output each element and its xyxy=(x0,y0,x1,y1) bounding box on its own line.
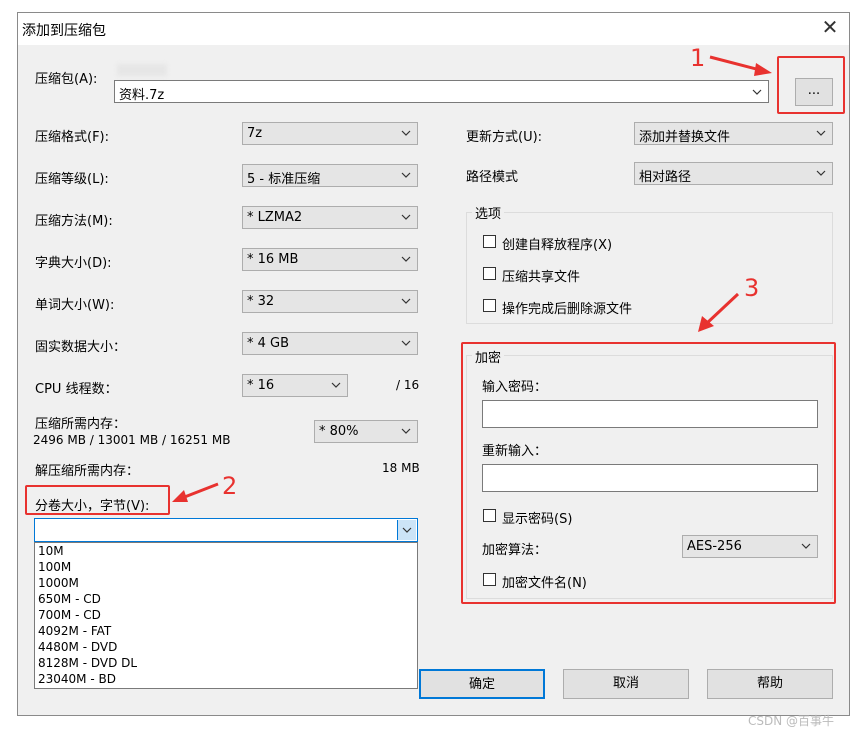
list-item[interactable]: 10M xyxy=(38,544,64,558)
annotation-arrow-icon xyxy=(709,55,772,76)
annotation-box-3 xyxy=(461,342,836,604)
memory-select[interactable]: * 80% xyxy=(314,420,418,443)
chevron-down-icon xyxy=(401,340,411,346)
method-select[interactable]: * LZMA2 xyxy=(242,206,418,229)
shared-files-label: 压缩共享文件 xyxy=(502,270,581,285)
chevron-down-icon xyxy=(816,170,826,176)
split-dropdown-button[interactable] xyxy=(397,520,416,540)
archive-path-value: 资料.7z xyxy=(119,88,165,103)
method-value: * LZMA2 xyxy=(247,210,303,225)
list-item[interactable]: 700M - CD xyxy=(38,608,101,622)
list-item[interactable]: 8128M - DVD DL xyxy=(38,656,137,670)
chevron-down-icon xyxy=(401,298,411,304)
format-select[interactable]: 7z xyxy=(242,122,418,145)
sfx-label: 创建自释放程序(X) xyxy=(502,238,613,253)
help-button[interactable]: 帮助 xyxy=(707,669,833,699)
cpu-max: / 16 xyxy=(396,378,420,392)
decompress-memory-label: 解压缩所需内存： xyxy=(35,464,140,479)
chevron-down-icon xyxy=(402,527,412,533)
archive-label: 压缩包(A): xyxy=(35,72,98,87)
decompress-memory-value: 18 MB xyxy=(382,461,420,475)
level-label: 压缩等级(L): xyxy=(35,172,109,187)
list-item[interactable]: 650M - CD xyxy=(38,592,101,606)
word-value: * 32 xyxy=(247,294,275,309)
annotation-number-3: 3 xyxy=(744,274,760,302)
cancel-button[interactable]: 取消 xyxy=(563,669,689,699)
memory-value: * 80% xyxy=(319,424,359,439)
word-label: 单词大小(W): xyxy=(35,298,115,313)
word-select[interactable]: * 32 xyxy=(242,290,418,313)
update-select[interactable]: 添加并替换文件 xyxy=(634,122,833,145)
chevron-down-icon xyxy=(401,256,411,262)
split-size-combo[interactable] xyxy=(34,518,418,542)
path-label: 路径模式 xyxy=(466,170,519,185)
chevron-down-icon xyxy=(401,214,411,220)
cpu-label: CPU 线程数： xyxy=(35,382,118,397)
level-value: 5 - 标准压缩 xyxy=(247,172,321,187)
solid-value: * 4 GB xyxy=(247,336,290,351)
path-select[interactable]: 相对路径 xyxy=(634,162,833,185)
title-bar xyxy=(18,13,849,45)
method-label: 压缩方法(M): xyxy=(35,214,113,229)
update-value: 添加并替换文件 xyxy=(639,130,731,145)
annotation-box-1 xyxy=(777,56,845,114)
memory-detail: 2496 MB / 13001 MB / 16251 MB xyxy=(33,433,231,447)
solid-label: 固实数据大小： xyxy=(35,340,127,355)
chevron-down-icon xyxy=(752,89,762,95)
cpu-select[interactable]: * 16 xyxy=(242,374,348,397)
options-group-title: 选项 xyxy=(472,203,505,222)
annotation-arrow-icon xyxy=(172,482,219,502)
ok-button[interactable]: 确定 xyxy=(419,669,545,699)
format-label: 压缩格式(F): xyxy=(35,130,110,145)
chevron-down-icon xyxy=(331,382,341,388)
dict-label: 字典大小(D): xyxy=(35,256,112,271)
sfx-checkbox[interactable] xyxy=(483,235,496,248)
chevron-down-icon xyxy=(816,130,826,136)
dict-select[interactable]: * 16 MB xyxy=(242,248,418,271)
shared-files-checkbox[interactable] xyxy=(483,267,496,280)
window-title: 添加到压缩包 xyxy=(22,23,106,39)
chevron-down-icon xyxy=(401,172,411,178)
watermark: CSDN @百事牛 xyxy=(748,714,835,728)
list-item[interactable]: 4480M - DVD xyxy=(38,640,117,654)
annotation-number-1: 1 xyxy=(690,44,706,72)
list-item[interactable]: 1000M xyxy=(38,576,79,590)
list-item[interactable]: 4092M - FAT xyxy=(38,624,111,638)
split-size-list[interactable]: 10M 100M 1000M 650M - CD 700M - CD 4092M… xyxy=(34,542,418,689)
annotation-number-2: 2 xyxy=(222,472,238,500)
annotation-arrow-icon xyxy=(698,292,740,332)
path-value: 相对路径 xyxy=(639,170,692,185)
delete-after-label: 操作完成后删除源文件 xyxy=(502,302,633,317)
memory-label: 压缩所需内存： xyxy=(35,417,127,432)
solid-select[interactable]: * 4 GB xyxy=(242,332,418,355)
chevron-down-icon xyxy=(401,130,411,136)
level-select[interactable]: 5 - 标准压缩 xyxy=(242,164,418,187)
cpu-value: * 16 xyxy=(247,378,275,393)
dict-value: * 16 MB xyxy=(247,252,299,267)
delete-after-checkbox[interactable] xyxy=(483,299,496,312)
annotation-box-2 xyxy=(25,485,170,515)
blurred-path xyxy=(117,64,167,76)
list-item[interactable]: 23040M - BD xyxy=(38,672,116,686)
archive-path-combo[interactable]: 资料.7z xyxy=(114,80,769,103)
close-icon[interactable]: ✕ xyxy=(818,15,842,39)
format-value: 7z xyxy=(247,126,263,141)
list-item[interactable]: 100M xyxy=(38,560,71,574)
chevron-down-icon xyxy=(401,428,411,434)
update-label: 更新方式(U): xyxy=(466,130,543,145)
